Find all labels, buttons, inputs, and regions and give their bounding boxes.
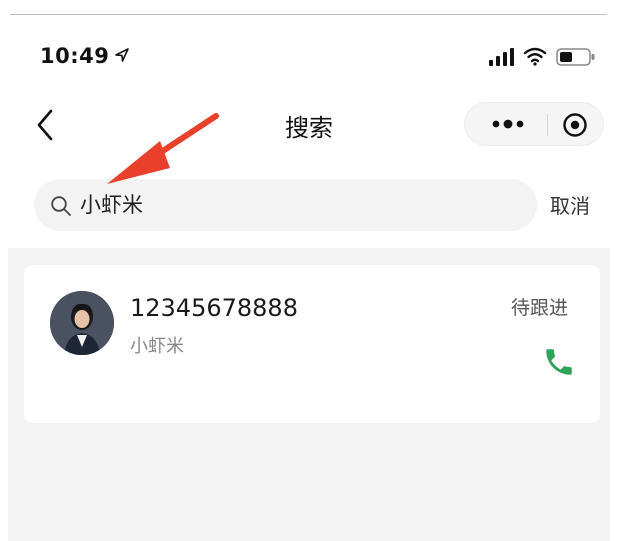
cancel-button[interactable]: 取消 (550, 190, 590, 219)
capsule-divider (547, 114, 548, 136)
result-card[interactable]: 12345678888 小虾米 待跟进 (24, 265, 600, 423)
avatar-portrait-icon (50, 291, 114, 355)
result-phone-number: 12345678888 (130, 294, 298, 322)
mini-program-capsule (464, 102, 604, 146)
status-badge: 待跟进 (511, 297, 569, 319)
search-input[interactable] (80, 179, 500, 231)
battery-icon (556, 48, 595, 66)
more-dots-icon[interactable] (485, 113, 531, 135)
avatar (50, 291, 114, 355)
phone-icon[interactable] (542, 345, 576, 379)
cellular-signal-icon (489, 48, 514, 66)
results-list: 12345678888 小虾米 待跟进 (8, 248, 610, 541)
search-bar[interactable] (34, 179, 537, 231)
status-time: 10:49 (40, 44, 110, 68)
wifi-icon (523, 47, 547, 66)
phone-screen: 10:49 搜索 小虾米 取消 12345678888 小虾米 待跟进 (8, 16, 610, 541)
top-rule (10, 14, 607, 15)
location-arrow-icon (115, 48, 129, 62)
search-icon (51, 196, 71, 216)
close-circle-icon[interactable] (562, 112, 588, 138)
result-contact-name: 小虾米 (130, 336, 184, 357)
status-bar: 10:49 (8, 16, 610, 86)
